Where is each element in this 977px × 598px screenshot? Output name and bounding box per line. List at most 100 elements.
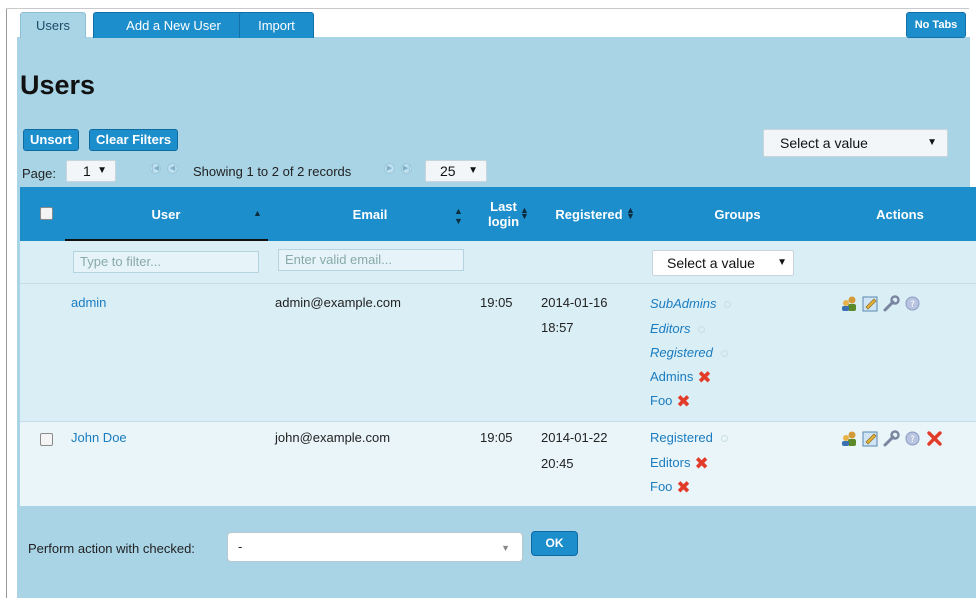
column-label-last-login: Last bbox=[490, 199, 517, 214]
last-login: 19:05 bbox=[480, 430, 513, 445]
perform-action-value: - bbox=[238, 539, 243, 554]
group-item: Registered bbox=[650, 430, 728, 445]
ok-button[interactable]: OK bbox=[531, 531, 578, 556]
row-checkbox[interactable] bbox=[40, 433, 53, 446]
no-tabs-button[interactable]: No Tabs bbox=[906, 12, 966, 38]
perform-action-select[interactable]: - ▼ bbox=[227, 532, 523, 562]
sort-asc-icon: ▲ bbox=[253, 208, 262, 218]
help-icon[interactable]: ? bbox=[904, 295, 921, 312]
user-filter-input[interactable]: Type to filter... bbox=[73, 251, 259, 273]
sort-icon: ▲ ▼ bbox=[626, 205, 635, 221]
top-select[interactable]: Select a value ▼ bbox=[763, 129, 948, 157]
registered-time: 18:57 bbox=[541, 320, 574, 335]
groups-filter-select[interactable]: Select a value ▼ bbox=[652, 250, 794, 276]
last-login: 19:05 bbox=[480, 295, 513, 310]
user-name-link[interactable]: John Doe bbox=[71, 430, 127, 445]
next-page-icon[interactable]: ▶ bbox=[384, 163, 395, 174]
svg-text:?: ? bbox=[910, 300, 915, 310]
chevron-down-icon: ▼ bbox=[777, 257, 787, 268]
column-header-actions: Actions bbox=[830, 187, 970, 241]
page-select[interactable]: 1 ▼ bbox=[66, 160, 116, 182]
tab-add-new-user[interactable]: Add a New User bbox=[93, 12, 254, 38]
user-email: admin@example.com bbox=[275, 295, 401, 310]
group-link[interactable]: Admins bbox=[650, 369, 693, 384]
group-item: SubAdmins bbox=[650, 296, 732, 311]
column-label-last-login-2: login bbox=[487, 214, 520, 229]
top-select-value: Select a value bbox=[780, 135, 868, 151]
first-page-icon[interactable]: |◀ bbox=[150, 163, 161, 174]
remove-icon[interactable]: ✖ bbox=[697, 368, 711, 387]
group-link[interactable]: Registered bbox=[650, 430, 713, 445]
user-email: john@example.com bbox=[275, 430, 391, 445]
window-border-top bbox=[6, 8, 969, 9]
group-item: Editors bbox=[650, 321, 706, 336]
add-group-icon[interactable] bbox=[720, 350, 728, 358]
chevron-down-icon: ▼ bbox=[927, 137, 937, 148]
group-item: Foo ✖ bbox=[650, 392, 691, 411]
table-row: admin admin@example.com 19:05 2014-01-16… bbox=[20, 283, 976, 421]
group-link[interactable]: Foo bbox=[650, 479, 672, 494]
group-item: Admins ✖ bbox=[650, 368, 712, 387]
remove-icon[interactable]: ✖ bbox=[676, 392, 690, 411]
group-link[interactable]: Editors bbox=[650, 321, 690, 336]
remove-icon[interactable]: ✖ bbox=[694, 454, 708, 473]
group-item: Foo ✖ bbox=[650, 478, 691, 497]
add-group-icon[interactable] bbox=[720, 435, 728, 443]
login-as-icon[interactable] bbox=[841, 295, 858, 312]
page-select-value: 1 bbox=[83, 163, 91, 179]
delete-icon[interactable] bbox=[926, 430, 943, 447]
column-label-registered: Registered bbox=[555, 206, 623, 222]
column-header-user[interactable]: User ▲ bbox=[65, 187, 267, 241]
last-page-icon[interactable]: ▶| bbox=[401, 163, 412, 174]
previous-page-icon[interactable]: ◀ bbox=[167, 163, 178, 174]
wrench-icon[interactable] bbox=[883, 430, 900, 447]
email-filter-input[interactable]: Enter valid email... bbox=[278, 249, 464, 271]
tab-users[interactable]: Users bbox=[20, 12, 86, 38]
filter-row: Type to filter... Enter valid email... S… bbox=[20, 241, 976, 283]
group-item: Editors ✖ bbox=[650, 454, 709, 473]
perform-action-label: Perform action with checked: bbox=[28, 541, 195, 556]
login-as-icon[interactable] bbox=[841, 430, 858, 447]
group-item: Registered bbox=[650, 345, 728, 360]
add-group-icon[interactable] bbox=[724, 301, 732, 309]
unsort-button[interactable]: Unsort bbox=[23, 129, 79, 151]
select-all-checkbox[interactable] bbox=[40, 207, 53, 220]
chevron-down-icon: ▼ bbox=[97, 165, 107, 176]
add-group-icon[interactable] bbox=[698, 326, 706, 334]
group-link[interactable]: Foo bbox=[650, 393, 672, 408]
column-label-actions: Actions bbox=[876, 206, 924, 222]
tab-import[interactable]: Import bbox=[239, 12, 314, 38]
showing-records: Showing 1 to 2 of 2 records bbox=[193, 164, 352, 179]
column-header-email[interactable]: Email ▲ ▼ bbox=[270, 187, 470, 241]
page-label: Page: bbox=[22, 166, 56, 181]
table-header: User ▲ Email ▲ ▼ Last login ▲ ▼ Registered… bbox=[20, 187, 976, 241]
group-link[interactable]: SubAdmins bbox=[650, 296, 716, 311]
chevron-down-icon: ▼ bbox=[468, 165, 478, 176]
column-label-groups: Groups bbox=[714, 206, 761, 222]
group-link[interactable]: Registered bbox=[650, 345, 713, 360]
groups-filter-value: Select a value bbox=[667, 255, 755, 271]
registered-time: 20:45 bbox=[541, 456, 574, 471]
edit-icon[interactable] bbox=[862, 295, 879, 312]
edit-icon[interactable] bbox=[862, 430, 879, 447]
registered-date: 2014-01-22 bbox=[541, 430, 608, 445]
column-header-groups: Groups bbox=[650, 187, 825, 241]
registered-date: 2014-01-16 bbox=[541, 295, 608, 310]
sort-icon: ▲ ▼ bbox=[520, 205, 529, 221]
window-border-left bbox=[6, 8, 7, 598]
user-name-link[interactable]: admin bbox=[71, 295, 106, 310]
group-link[interactable]: Editors bbox=[650, 455, 690, 470]
column-label-email: Email bbox=[352, 206, 388, 222]
remove-icon[interactable]: ✖ bbox=[676, 478, 690, 497]
wrench-icon[interactable] bbox=[883, 295, 900, 312]
clear-filters-button[interactable]: Clear Filters bbox=[89, 129, 179, 151]
page-title: Users bbox=[20, 70, 96, 100]
svg-text:?: ? bbox=[910, 435, 915, 445]
per-page-select[interactable]: 25 ▼ bbox=[425, 160, 487, 182]
column-label-user: User bbox=[151, 206, 181, 222]
table-row: John Doe john@example.com 19:05 2014-01-… bbox=[20, 421, 976, 506]
sort-icon: ▲ ▼ bbox=[454, 206, 463, 226]
help-icon[interactable]: ? bbox=[904, 430, 921, 447]
chevron-down-icon: ▼ bbox=[501, 543, 510, 553]
per-page-select-value: 25 bbox=[440, 163, 456, 179]
